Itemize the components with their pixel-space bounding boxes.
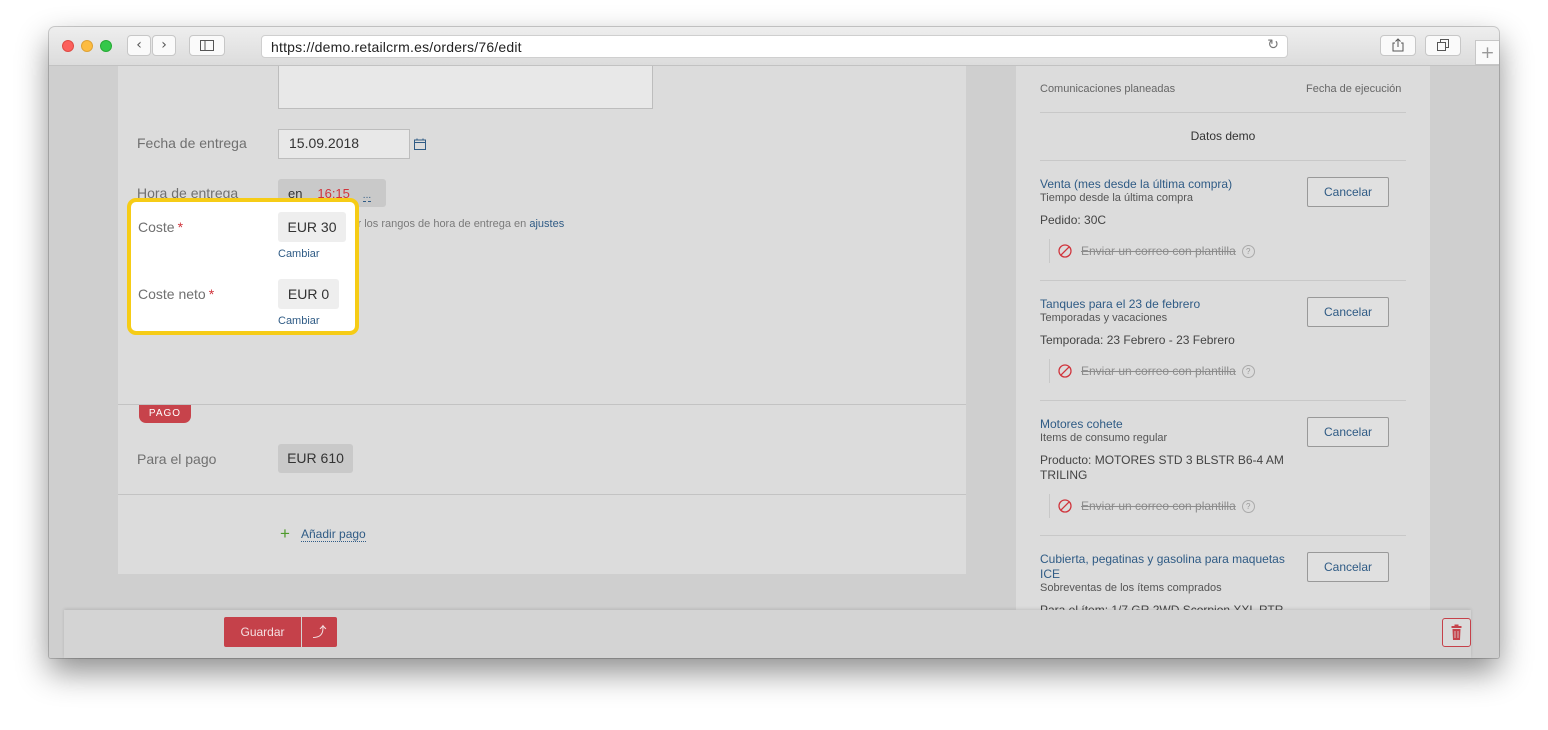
sidebar-toggle-button[interactable] (189, 35, 225, 56)
share-button[interactable] (1380, 35, 1416, 56)
tabs-overview-button[interactable] (1425, 35, 1461, 56)
zoom-window-button[interactable] (100, 40, 112, 52)
net-cost-label-text: Coste neto (138, 286, 206, 302)
close-window-button[interactable] (62, 40, 74, 52)
save-and-exit-button[interactable]: ⤴ (302, 617, 337, 647)
communication-title[interactable]: Venta (mes desde la última compra) (1040, 177, 1300, 192)
required-mark: * (208, 286, 215, 302)
cancel-button[interactable]: Cancelar (1307, 552, 1389, 582)
help-icon[interactable]: ? (1241, 500, 1255, 514)
communication-action: Enviar un correo con plantilla? (1049, 494, 1255, 518)
required-mark: * (177, 219, 184, 235)
demo-data-label: Datos demo (1190, 129, 1256, 143)
delivery-date-input[interactable]: 15.09.2018 (278, 129, 410, 159)
communication-title[interactable]: Motores cohete (1040, 417, 1300, 432)
forward-button[interactable]: › (152, 35, 176, 56)
trash-icon (1451, 624, 1462, 640)
cost-label-text: Coste (138, 219, 175, 235)
add-icon[interactable]: + (280, 524, 290, 544)
cancel-button[interactable]: Cancelar (1307, 177, 1389, 207)
action-label: Enviar un correo con plantilla (1081, 244, 1236, 258)
communication-subtitle: Sobreventas de los ítems comprados (1040, 582, 1222, 594)
item-divider (1040, 400, 1406, 401)
comment-textarea[interactable] (278, 66, 653, 109)
action-divider (1049, 239, 1050, 263)
communication-action: Enviar un correo con plantilla? (1049, 239, 1255, 263)
communication-title[interactable]: Cubierta, pegatinas y gasolina para maqu… (1040, 552, 1300, 582)
ban-icon (1058, 364, 1072, 378)
address-bar[interactable]: https://demo.retailcrm.es/orders/76/edit… (261, 35, 1288, 58)
action-label: Enviar un correo con plantilla (1081, 499, 1236, 513)
add-payment-link[interactable]: Añadir pago (301, 527, 366, 542)
delete-order-button[interactable] (1442, 618, 1471, 647)
action-divider (1049, 359, 1050, 383)
communication-action: Enviar un correo con plantilla? (1049, 359, 1255, 383)
communication-detail: Pedido: 30C (1040, 213, 1107, 227)
back-icon: ‹ (136, 37, 142, 53)
sticky-footer: Guardar ⤴ (64, 610, 1471, 658)
demo-divider (1040, 160, 1406, 161)
plus-icon: + (1480, 43, 1495, 63)
ban-icon (1058, 244, 1072, 258)
forward-icon: › (161, 37, 167, 53)
change-cost-link[interactable]: Cambiar (278, 248, 320, 260)
action-label: Enviar un correo con plantilla (1081, 364, 1236, 378)
back-button[interactable]: ‹ (127, 35, 151, 56)
help-icon[interactable]: ? (1241, 245, 1255, 259)
net-cost-value[interactable]: EUR 0 (278, 279, 339, 309)
cancel-button[interactable]: Cancelar (1307, 417, 1389, 447)
minimize-window-button[interactable] (81, 40, 93, 52)
calendar-icon[interactable] (414, 138, 426, 150)
cost-label: Coste * (138, 219, 183, 235)
action-divider (1049, 494, 1050, 518)
communication-subtitle: Temporadas y vacaciones (1040, 312, 1168, 324)
section-divider (118, 404, 966, 405)
browser-window: ‹ › https://demo.retailcrm.es/orders/76/… (49, 27, 1499, 658)
to-pay-value: EUR 610 (278, 444, 353, 473)
communication-detail: Producto: MOTORES STD 3 BLSTR B6-4 AM TR… (1040, 453, 1284, 482)
page-content: Fecha de entrega 15.09.2018 Hora de entr… (49, 66, 1499, 658)
communication-subtitle: Tiempo desde la última compra (1040, 192, 1194, 204)
ban-icon (1058, 499, 1072, 513)
payment-badge: PAGO (139, 405, 191, 423)
communication-title[interactable]: Tanques para el 23 de febrero (1040, 297, 1300, 312)
delivery-date-label: Fecha de entrega (137, 135, 247, 151)
header-divider (1040, 112, 1406, 113)
to-pay-label: Para el pago (137, 451, 217, 467)
cancel-button[interactable]: Cancelar (1307, 297, 1389, 327)
execution-date-header: Fecha de ejecución (1306, 83, 1402, 95)
net-cost-label: Coste neto * (138, 286, 214, 302)
communications-panel: Comunicaciones planeadas Fecha de ejecuc… (1016, 66, 1430, 658)
new-tab-button[interactable]: + (1475, 40, 1499, 65)
payment-divider (118, 494, 966, 495)
item-divider (1040, 280, 1406, 281)
save-button[interactable]: Guardar (224, 617, 301, 647)
cost-highlight-panel: Coste * EUR 30 Cambiar Coste neto * EUR 0 … (127, 198, 359, 335)
settings-link[interactable]: ajustes (529, 218, 564, 230)
save-exit-icon: ⤴ (312, 624, 327, 640)
time-more-link[interactable]: ... (362, 190, 372, 202)
share-icon (1392, 38, 1404, 52)
planned-communications-header: Comunicaciones planeadas (1040, 83, 1176, 95)
change-net-cost-link[interactable]: Cambiar (278, 315, 320, 327)
url-text: https://demo.retailcrm.es/orders/76/edit (271, 39, 522, 55)
item-divider (1040, 535, 1406, 536)
reload-icon[interactable]: ↻ (1267, 37, 1279, 53)
help-icon[interactable]: ? (1241, 365, 1255, 379)
browser-toolbar: ‹ › https://demo.retailcrm.es/orders/76/… (49, 27, 1499, 66)
sidebar-icon (200, 40, 214, 51)
communication-subtitle: Items de consumo regular (1040, 432, 1168, 444)
cost-value[interactable]: EUR 30 (278, 212, 346, 242)
tabs-icon (1437, 39, 1449, 51)
communication-detail: Temporada: 23 Febrero - 23 Febrero (1040, 333, 1235, 347)
